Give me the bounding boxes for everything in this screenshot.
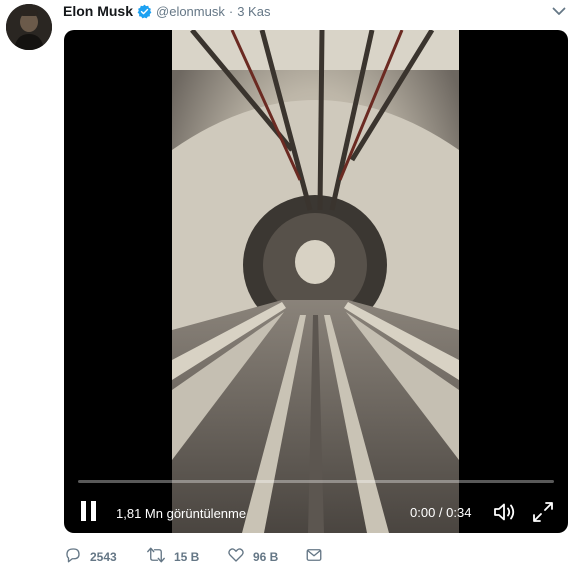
reply-button[interactable]: 2543 bbox=[64, 546, 117, 568]
tweet-actions: 2543 15 B 96 B bbox=[64, 546, 484, 568]
chevron-down-icon[interactable] bbox=[551, 4, 567, 18]
timestamp[interactable]: 3 Kas bbox=[237, 4, 270, 19]
reply-icon bbox=[64, 546, 82, 569]
video-player[interactable]: 1,81 Mn görüntülenme 0:00 / 0:34 bbox=[64, 30, 568, 533]
avatar[interactable] bbox=[6, 4, 52, 50]
author-name[interactable]: Elon Musk bbox=[63, 3, 133, 19]
video-timecode: 0:00 / 0:34 bbox=[410, 505, 472, 520]
like-count: 96 B bbox=[253, 550, 279, 564]
view-count: 1,81 Mn görüntülenme bbox=[116, 506, 247, 521]
progress-bar[interactable] bbox=[78, 480, 554, 483]
direct-message-icon bbox=[305, 546, 323, 569]
like-icon bbox=[227, 546, 245, 569]
like-button[interactable]: 96 B bbox=[227, 546, 278, 568]
retweet-icon bbox=[146, 546, 166, 569]
tweet-card: Elon Musk @elonmusk · 3 Kas 1,81 Mn görü… bbox=[0, 0, 575, 572]
tweet-header: Elon Musk @elonmusk · 3 Kas bbox=[63, 1, 270, 21]
retweet-button[interactable]: 15 B bbox=[146, 546, 199, 568]
reply-count: 2543 bbox=[90, 550, 117, 564]
retweet-count: 15 B bbox=[174, 550, 200, 564]
video-controls: 1,81 Mn görüntülenme 0:00 / 0:34 bbox=[64, 470, 568, 533]
video-frame[interactable] bbox=[172, 30, 459, 533]
verified-badge-icon bbox=[137, 4, 152, 19]
direct-message-button[interactable] bbox=[305, 546, 323, 568]
separator-dot: · bbox=[228, 3, 234, 19]
fullscreen-icon[interactable] bbox=[531, 500, 555, 524]
volume-icon[interactable] bbox=[492, 500, 518, 524]
pause-icon[interactable] bbox=[78, 500, 100, 524]
author-handle[interactable]: @elonmusk bbox=[156, 4, 225, 19]
